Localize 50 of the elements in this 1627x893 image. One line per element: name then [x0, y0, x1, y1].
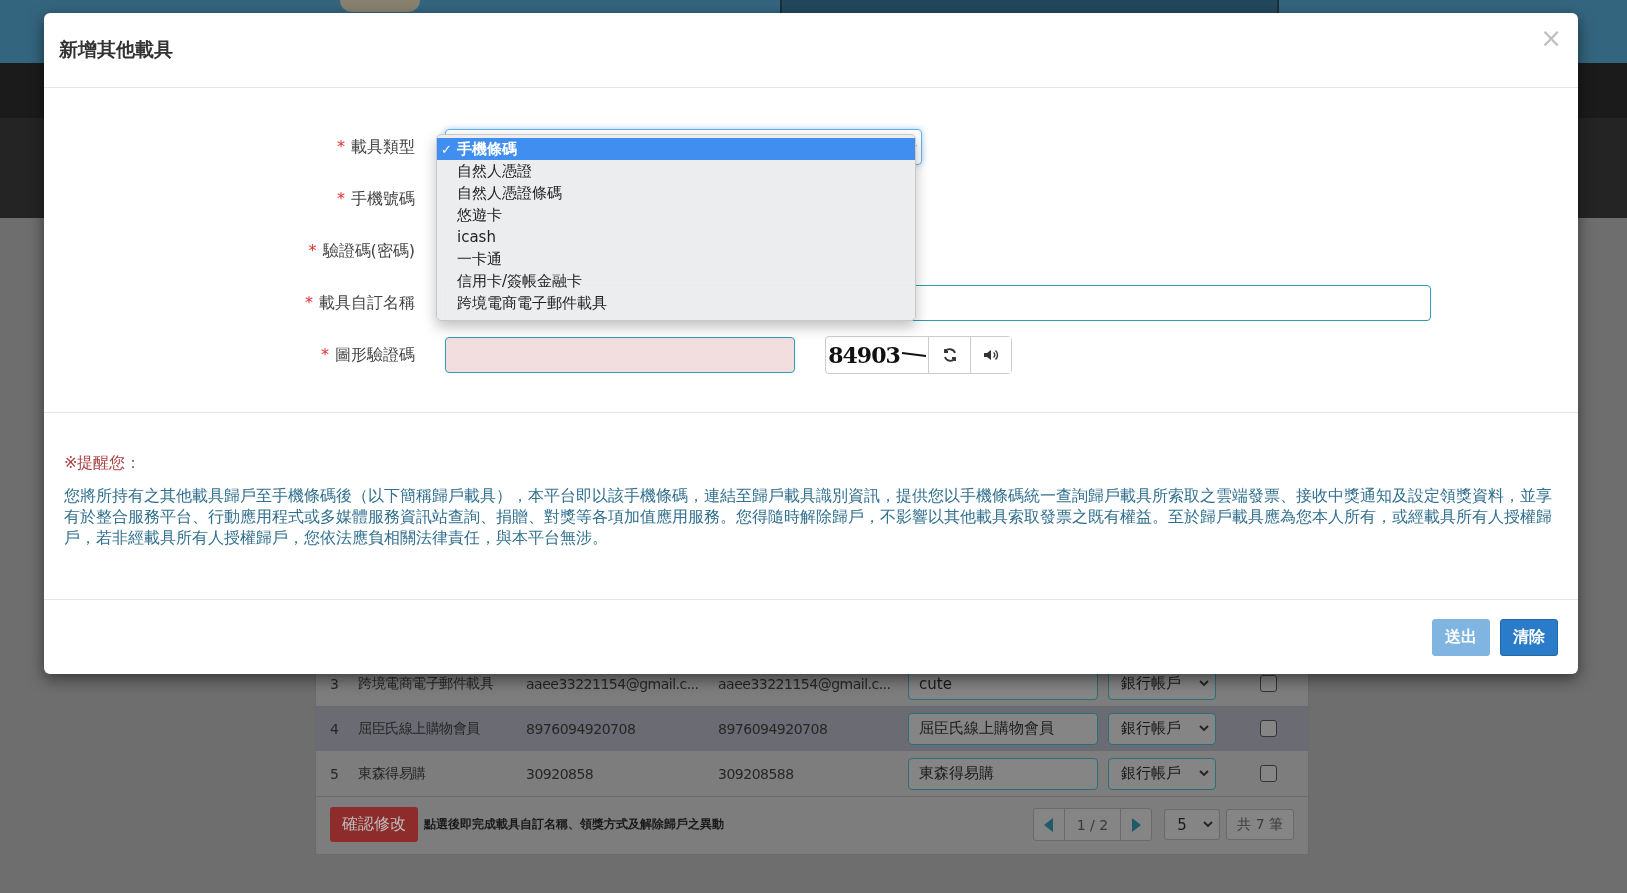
method-select[interactable]: 銀行帳戶	[1108, 757, 1216, 790]
field-label: * 手機號碼	[336, 188, 415, 210]
caret-icon	[1199, 770, 1209, 777]
caret-icon	[1199, 725, 1209, 732]
table-cell-text: aaee33221154@gmail.c...	[526, 675, 700, 692]
table-cell-text: 屈臣氏線上購物會員	[358, 719, 481, 738]
table-cell-text: 5	[330, 765, 340, 782]
total-count: 共 7 筆	[1226, 809, 1294, 840]
method-select[interactable]: 銀行帳戶	[1108, 712, 1216, 745]
footer-button[interactable]: 清除	[1500, 618, 1558, 656]
dropdown-option[interactable]: 信用卡/簽帳金融卡	[437, 270, 915, 292]
hint-text: 點選後即完成載具自訂名稱、領獎方式及解除歸戶之異動	[424, 816, 725, 833]
confirm-button[interactable]: 確認修改	[330, 807, 418, 842]
dropdown-option[interactable]: ✓ 手機條碼	[437, 138, 915, 160]
right-triangle-icon	[1131, 817, 1141, 832]
table-cell-text: 跨境電商電子郵件載具	[358, 674, 495, 693]
field-label: * 載具類型	[336, 136, 415, 158]
name-input-field[interactable]: 東森得易購	[908, 757, 1098, 790]
dropdown-option[interactable]: icash	[437, 226, 915, 248]
field-label: * 載具自訂名稱	[304, 292, 415, 314]
checkbox[interactable]	[1260, 675, 1277, 692]
table-cell-text: aaee33221154@gmail.c...	[718, 675, 892, 692]
dropdown-option[interactable]: 悠遊卡	[437, 204, 915, 226]
table-cell-text: 309208588	[718, 765, 795, 782]
table-cell-text: 8976094920708	[526, 720, 637, 737]
field-label: * 圖形驗證碼	[320, 344, 415, 366]
caret-icon	[1203, 821, 1214, 828]
table-cell-text: 3	[330, 675, 340, 692]
table-cell-text: 8976094920708	[718, 720, 829, 737]
table-cell-text: 30920858	[526, 765, 595, 782]
speaker-icon	[983, 348, 999, 362]
page-indicator: 1 / 2	[1063, 809, 1122, 840]
captcha-input-field[interactable]	[445, 337, 795, 373]
field-label: * 驗證碼(密碼)	[307, 240, 415, 262]
dropdown-option[interactable]: 自然人憑證	[437, 160, 915, 182]
page-size-select[interactable]: 5	[1164, 809, 1221, 840]
left-triangle-icon	[1044, 817, 1054, 832]
refresh-icon	[941, 347, 958, 363]
dropdown-option[interactable]: 一卡通	[437, 248, 915, 270]
checkbox[interactable]	[1260, 765, 1277, 782]
name-input-field[interactable]: 屈臣氏線上購物會員	[908, 712, 1098, 745]
checkbox[interactable]	[1260, 720, 1277, 737]
modal-title: 新增其他載具	[59, 37, 173, 62]
dropdown-option[interactable]: 跨境電商電子郵件載具	[437, 292, 915, 314]
table-cell-text: 4	[330, 720, 340, 737]
table-cell-text: 東森得易購	[358, 764, 427, 783]
notice-text: 您將所持有之其他載具歸戶至手機條碼後（以下簡稱歸戶載具），本平台即以該手機條碼，連結至歸戶載具識別資訊，提供您以手機條碼統一查詢歸戶載具所索取之雲端發票、接收中獎通知及設定領獎資料，並享有於整合服務平台、行動應用程式或多媒體服務資訊站查詢、捐贈、對獎等各項加值應用服務。您得隨時解除歸戶，不影響以其他載具索取發票之既有權益。至於歸戶載具應為您本人所有，或經載具所有人授權歸戶，若非經載具所有人授權歸戶，您依法應負相關法律責任，與本平台無涉。	[64, 486, 1553, 549]
notice-title: ※提醒您：	[64, 453, 143, 474]
dropdown-option[interactable]: 自然人憑證條碼	[437, 182, 915, 204]
caret-icon	[1199, 680, 1209, 687]
